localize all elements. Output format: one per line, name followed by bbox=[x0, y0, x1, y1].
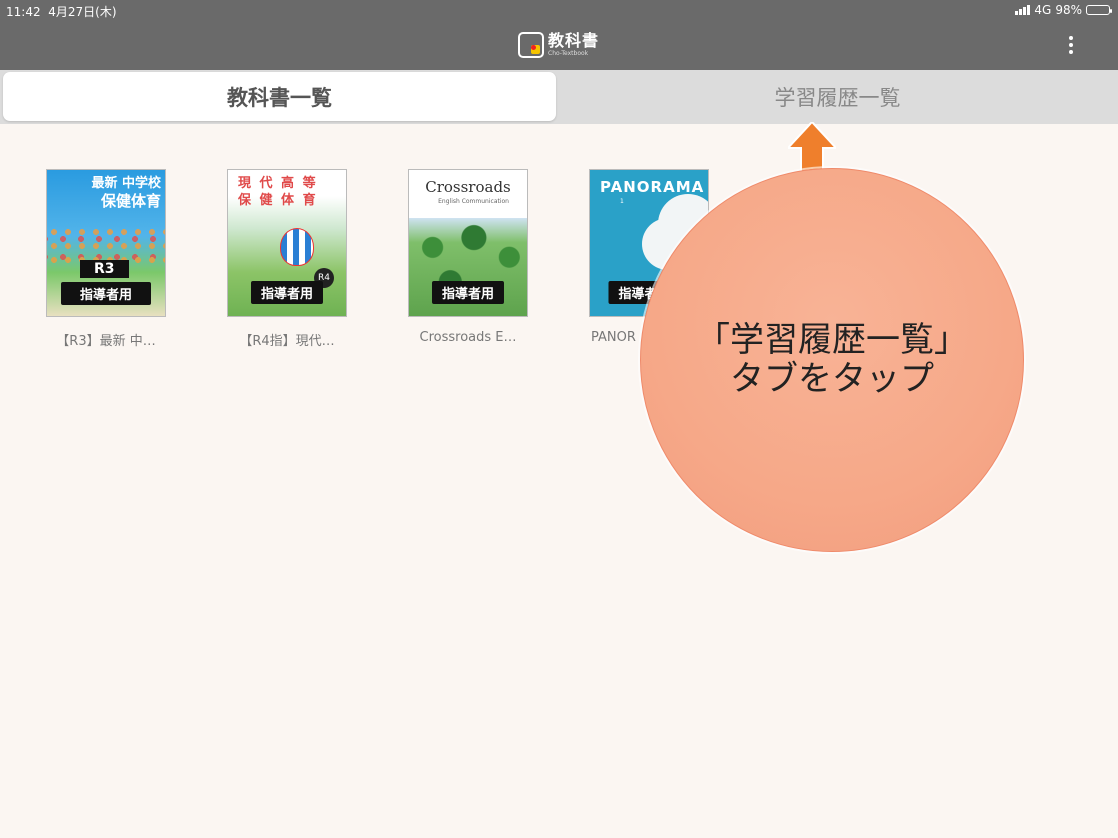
battery-icon bbox=[1086, 5, 1112, 15]
book-cover[interactable]: Crossroads English Communication 指導者用 bbox=[408, 169, 528, 317]
network-type: 4G bbox=[1034, 3, 1052, 17]
cover-subtitle: 1 bbox=[620, 198, 624, 205]
instruction-callout: 「学習履歴一覧」 タブをタップ bbox=[640, 168, 1024, 552]
status-date: 4月27日(木) bbox=[48, 5, 117, 19]
cover-title: Crossroads bbox=[425, 178, 511, 196]
tab-learning-history[interactable]: 学習履歴一覧 bbox=[560, 72, 1115, 121]
tab-bar: 教科書一覧 学習履歴一覧 bbox=[0, 70, 1118, 124]
more-vertical-icon[interactable] bbox=[1068, 36, 1074, 54]
cover-subtitle: 保 健 体 育 bbox=[238, 192, 318, 208]
app-logo: 教科書 Cho-Textbook bbox=[518, 32, 599, 58]
cover-title: 最新 中学校 bbox=[91, 176, 161, 191]
cover-subtitle: 保健体育 bbox=[100, 191, 161, 210]
book-title[interactable]: 【R4指】現代… bbox=[222, 330, 352, 349]
cover-subtitle: English Communication bbox=[438, 198, 509, 205]
book-item[interactable]: 最新 中学校 保健体育 R3 指導者用 【R3】最新 中… bbox=[46, 169, 166, 349]
status-time: 11:42 bbox=[6, 5, 41, 19]
teacher-badge: 指導者用 bbox=[61, 282, 151, 305]
status-indicators: 4G 98% bbox=[1015, 3, 1112, 17]
edition-label: R3 bbox=[80, 260, 129, 278]
signal-icon bbox=[1015, 5, 1031, 15]
cover-title: PANORAMA bbox=[600, 178, 705, 196]
app-header: 教科書 Cho-Textbook bbox=[0, 20, 1118, 70]
callout-line1: 「学習履歴一覧」 bbox=[696, 319, 968, 360]
book-title[interactable]: Crossroads E… bbox=[403, 330, 533, 345]
book-title[interactable]: 【R3】最新 中… bbox=[41, 330, 171, 349]
book-item[interactable]: 現 代 高 等保 健 体 育 R4 指導者用 【R4指】現代… bbox=[227, 169, 347, 349]
book-cover[interactable]: 現 代 高 等保 健 体 育 R4 指導者用 bbox=[227, 169, 347, 317]
cover-title: 現 代 高 等 bbox=[238, 176, 318, 191]
callout-line2: タブをタップ bbox=[730, 359, 934, 399]
status-time-date: 11:42 4月27日(木) bbox=[6, 3, 117, 20]
balloon-image bbox=[280, 228, 314, 266]
logo-icon bbox=[518, 32, 544, 58]
teacher-badge: 指導者用 bbox=[431, 281, 505, 304]
logo-text: 教科書 bbox=[548, 31, 600, 50]
tab-textbook-list[interactable]: 教科書一覧 bbox=[3, 72, 556, 121]
status-bar: 11:42 4月27日(木) 4G 98% bbox=[0, 0, 1118, 20]
battery-percent: 98% bbox=[1055, 3, 1082, 17]
logo-subtext: Cho-Textbook bbox=[548, 50, 589, 57]
teacher-badge: 指導者用 bbox=[250, 281, 324, 304]
book-item[interactable]: Crossroads English Communication 指導者用 Cr… bbox=[408, 169, 528, 345]
book-cover[interactable]: 最新 中学校 保健体育 R3 指導者用 bbox=[46, 169, 166, 317]
